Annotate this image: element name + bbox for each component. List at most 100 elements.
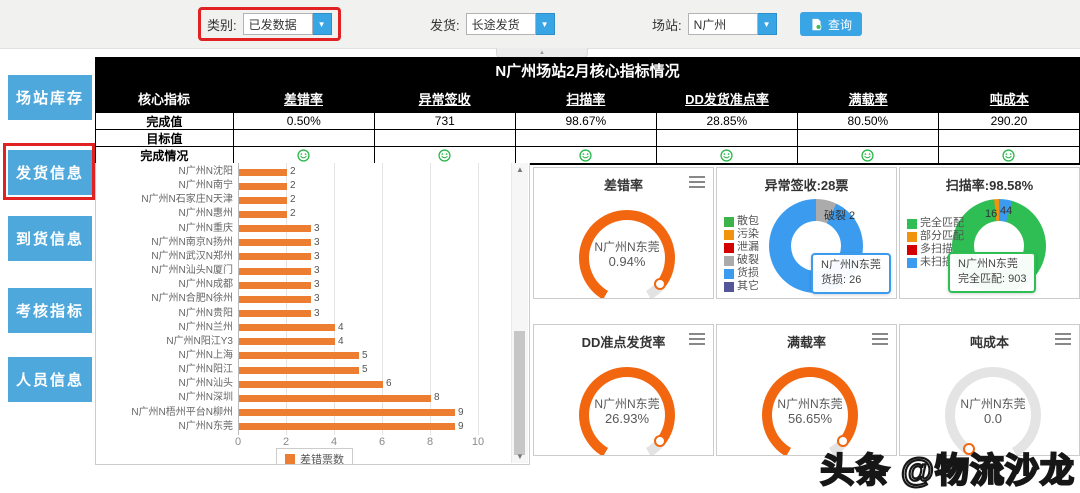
gauge-station-label: N广州N东莞 [960,397,1026,411]
query-button[interactable]: 查询 [800,12,862,36]
gauge-value: 26.93% [604,411,650,426]
kpi-table-header: 核心指标 差错率 异常签收 扫描率 DD发货准点率 满载率 吨成本 [95,84,1080,112]
ton-cost-gauge-panel: 吨成本 N广州N东莞 0.0 [899,324,1080,456]
bar-value-label: 3 [314,236,320,248]
bar-category-label: N广州N重庆 [178,222,233,234]
sidebar-item-3[interactable]: 到货信息 [8,216,92,261]
scroll-down-icon[interactable]: ▼ [512,452,528,461]
x-axis-tick-label: 2 [282,436,290,448]
legend-label: 部分匹配 [920,230,964,242]
gauge-value: 0.94% [608,254,646,269]
kpi-cell [375,147,516,163]
x-axis-tick-label: 8 [426,436,434,448]
kpi-cell: 80.50% [798,113,939,129]
category-filter-label: 类别: [207,17,237,33]
kpi-cell: 28.85% [657,113,798,129]
sidebar-item-5[interactable]: 人员信息 [8,357,92,402]
bar [239,281,311,289]
dd-ontime-gauge-panel: DD准点发货率 N广州N东莞 26.93% [533,324,714,456]
bar [239,409,455,417]
menu-icon[interactable] [689,176,705,191]
smiley-icon [720,148,733,162]
bar-value-label: 9 [458,420,464,432]
bar-category-label: N广州N惠州 [178,208,233,220]
x-axis-tick-label: 4 [330,436,338,448]
kpi-header-cell: 核心指标 [137,91,190,107]
legend-label: 货损 [737,267,759,279]
bar [239,338,335,346]
bar-category-label: N广州N贵阳 [178,307,233,319]
shipping-type-filter-label: 发货: [430,17,460,33]
bar [239,324,335,332]
bar-category-label: N广州N合肥N徐州 [151,293,233,305]
panel-title: 满载率 [786,335,826,350]
panel-title: 扫描率:98.58% [945,178,1034,193]
x-axis-tick-label: 0 [234,436,242,448]
gauge-center-text: N广州N东莞 56.65% [735,397,885,426]
kpi-row-label: 完成情况 [96,147,234,163]
legend-swatch [724,268,734,279]
gauge-pointer-dot [654,434,667,447]
bar [239,295,311,303]
legend-swatch [724,281,734,292]
smiley-icon [438,148,451,162]
legend-item: 部分匹配 [907,231,964,242]
bar [239,366,359,374]
bar [239,210,287,218]
legend-swatch [724,242,734,253]
scroll-up-icon[interactable]: ▲ [512,165,528,174]
scrollbar-thumb[interactable] [514,331,525,455]
smiley-icon [297,148,310,162]
query-button-label: 查询 [827,17,852,32]
tooltip-station: N广州N东莞 [958,258,1018,270]
panel-title: 差错率 [603,178,643,193]
bar-value-label: 3 [314,250,320,262]
kpi-header-cell: 满载率 [848,91,888,107]
gauge-value: 56.65% [787,411,833,426]
top-filter-bar: 类别: 已发数据 ▼ 发货: 长途发货 ▼ 场站: N广州 ▼ 查询 [0,0,1080,49]
bar-value-label: 8 [434,392,440,404]
smiley-icon [1002,148,1016,162]
kpi-table: N广州场站2月核心指标情况 核心指标 差错率 异常签收 扫描率 DD发货准点率 满载率 吨成… [95,57,1080,165]
chart-scrollbar[interactable]: ▲ ▼ [511,163,528,463]
legend-swatch [907,257,917,268]
panel-title: 吨成本 [969,335,1009,350]
kpi-table-body: 完成值 0.50% 731 98.67% 28.85% 80.50% 290.20 目标值 完成… [95,112,1080,163]
bar-category-label: N广州N汕头N厦门 [151,265,233,277]
sidebar-item-4[interactable]: 考核指标 [8,288,92,333]
shipping-type-select[interactable]: 长途发货 ▼ [465,13,555,35]
kpi-cell [234,147,375,163]
legend-swatch [724,229,734,240]
gauge-center-text: N广州N东莞 0.94% [552,240,702,269]
bar-value-label: 3 [314,293,320,305]
legend-item: 污染 [724,229,759,240]
dashboard-screen: 类别: 已发数据 ▼ 发货: 长途发货 ▼ 场站: N广州 ▼ 查询 ▲ 场站库存 发货信息 到货信… [0,0,1080,493]
menu-icon[interactable] [872,333,888,348]
menu-icon[interactable] [689,333,705,348]
bar-value-label: 3 [314,265,320,277]
error-tickets-bar-chart: 差错票数 ▲ ▼ 0 2 4 6 8 10 N广州N沈阳 2 N广州N南宁 2 N广州N石家庄N天津… [95,163,530,465]
legend-swatch [724,255,734,266]
legend-swatch [907,218,917,229]
bar-category-label: N广州N深圳 [178,392,233,404]
bar-category-label: N广州N兰州 [178,321,233,333]
shipping-type-select-value: 长途发货 [465,13,536,35]
bar [239,267,311,275]
kpi-cell: 98.67% [516,113,657,129]
bar-value-label: 6 [386,378,392,390]
legend-label: 完全匹配 [920,217,964,229]
sidebar-item-1[interactable]: 场站库存 [8,75,92,120]
gauge-center-text: N广州N东莞 26.93% [552,397,702,426]
kpi-table-row: 完成值 0.50% 731 98.67% 28.85% 80.50% 290.20 [95,112,1080,129]
menu-icon[interactable] [1055,333,1071,348]
bar-category-label: N广州N石家庄N天津 [141,194,233,206]
legend-item: 泄漏 [724,242,759,253]
station-select[interactable]: N广州 ▼ [687,13,777,35]
gauge-pointer-dot [654,277,667,290]
category-select[interactable]: 已发数据 ▼ [242,13,332,35]
sidebar-active-highlight-box [3,143,95,200]
bar [239,196,287,204]
error-rate-gauge-panel: 差错率 N广州N东莞 0.94% [533,167,714,299]
bar-value-label: 5 [362,349,368,361]
kpi-row-label: 目标值 [96,130,234,146]
